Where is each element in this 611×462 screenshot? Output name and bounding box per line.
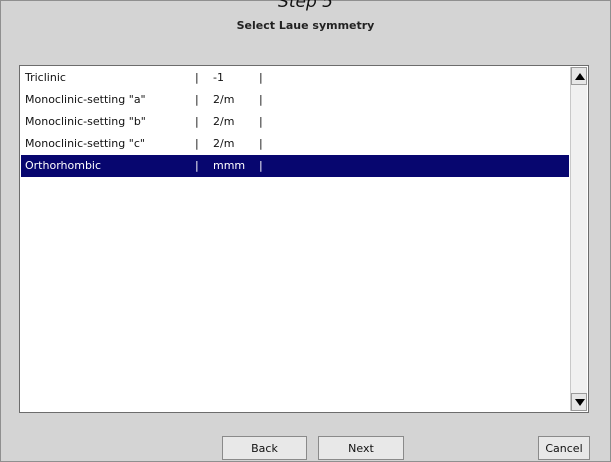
column-separator: | — [195, 93, 199, 106]
cancel-button[interactable]: Cancel — [538, 436, 590, 460]
dialog-title: Select Laue symmetry — [236, 19, 375, 32]
list-row[interactable]: Monoclinic-setting "c" | 2/m | — [21, 133, 569, 155]
dialog-window: Select Laue symmetry Triclinic | -1 | Monocl… — [0, 0, 611, 462]
column-separator: | — [259, 93, 263, 106]
scroll-up-button[interactable] — [571, 67, 587, 85]
row-laue-symbol: 2/m — [213, 115, 235, 128]
scroll-up-arrow-icon — [575, 73, 585, 80]
row-crystal-system: Monoclinic-setting "c" — [25, 137, 145, 150]
scroll-down-arrow-icon — [575, 399, 585, 406]
row-laue-symbol: -1 — [213, 71, 224, 84]
column-separator: | — [195, 159, 199, 172]
column-separator: | — [259, 71, 263, 84]
row-crystal-system: Monoclinic-setting "b" — [25, 115, 146, 128]
list-row[interactable]: Monoclinic-setting "b" | 2/m | — [21, 111, 569, 133]
list-rows: Triclinic | -1 | Monoclinic-setting "a" | 2/m |… — [21, 67, 569, 411]
row-laue-symbol: 2/m — [213, 93, 235, 106]
scroll-down-button[interactable] — [571, 393, 587, 411]
laue-symmetry-list[interactable]: Triclinic | -1 | Monoclinic-setting "a" | 2/m |… — [19, 65, 589, 413]
row-crystal-system: Triclinic — [25, 71, 66, 84]
row-crystal-system: Orthorhombic — [25, 159, 102, 172]
list-row[interactable]: Orthorhombic | mmm | — [21, 155, 569, 177]
column-separator: | — [195, 71, 199, 84]
column-separator: | — [259, 137, 263, 150]
list-row[interactable]: Triclinic | -1 | — [21, 67, 569, 89]
column-separator: | — [195, 115, 199, 128]
step-caption: Step 5 — [278, 0, 333, 12]
row-crystal-system: Monoclinic-setting "a" — [25, 93, 146, 106]
vertical-scrollbar[interactable] — [570, 67, 587, 411]
next-button[interactable]: Next — [318, 436, 404, 460]
column-separator: | — [259, 159, 263, 172]
row-laue-symbol: mmm — [213, 159, 246, 172]
list-row[interactable]: Monoclinic-setting "a" | 2/m | — [21, 89, 569, 111]
column-separator: | — [259, 115, 263, 128]
back-button[interactable]: Back — [222, 436, 307, 460]
row-laue-symbol: 2/m — [213, 137, 235, 150]
column-separator: | — [195, 137, 199, 150]
